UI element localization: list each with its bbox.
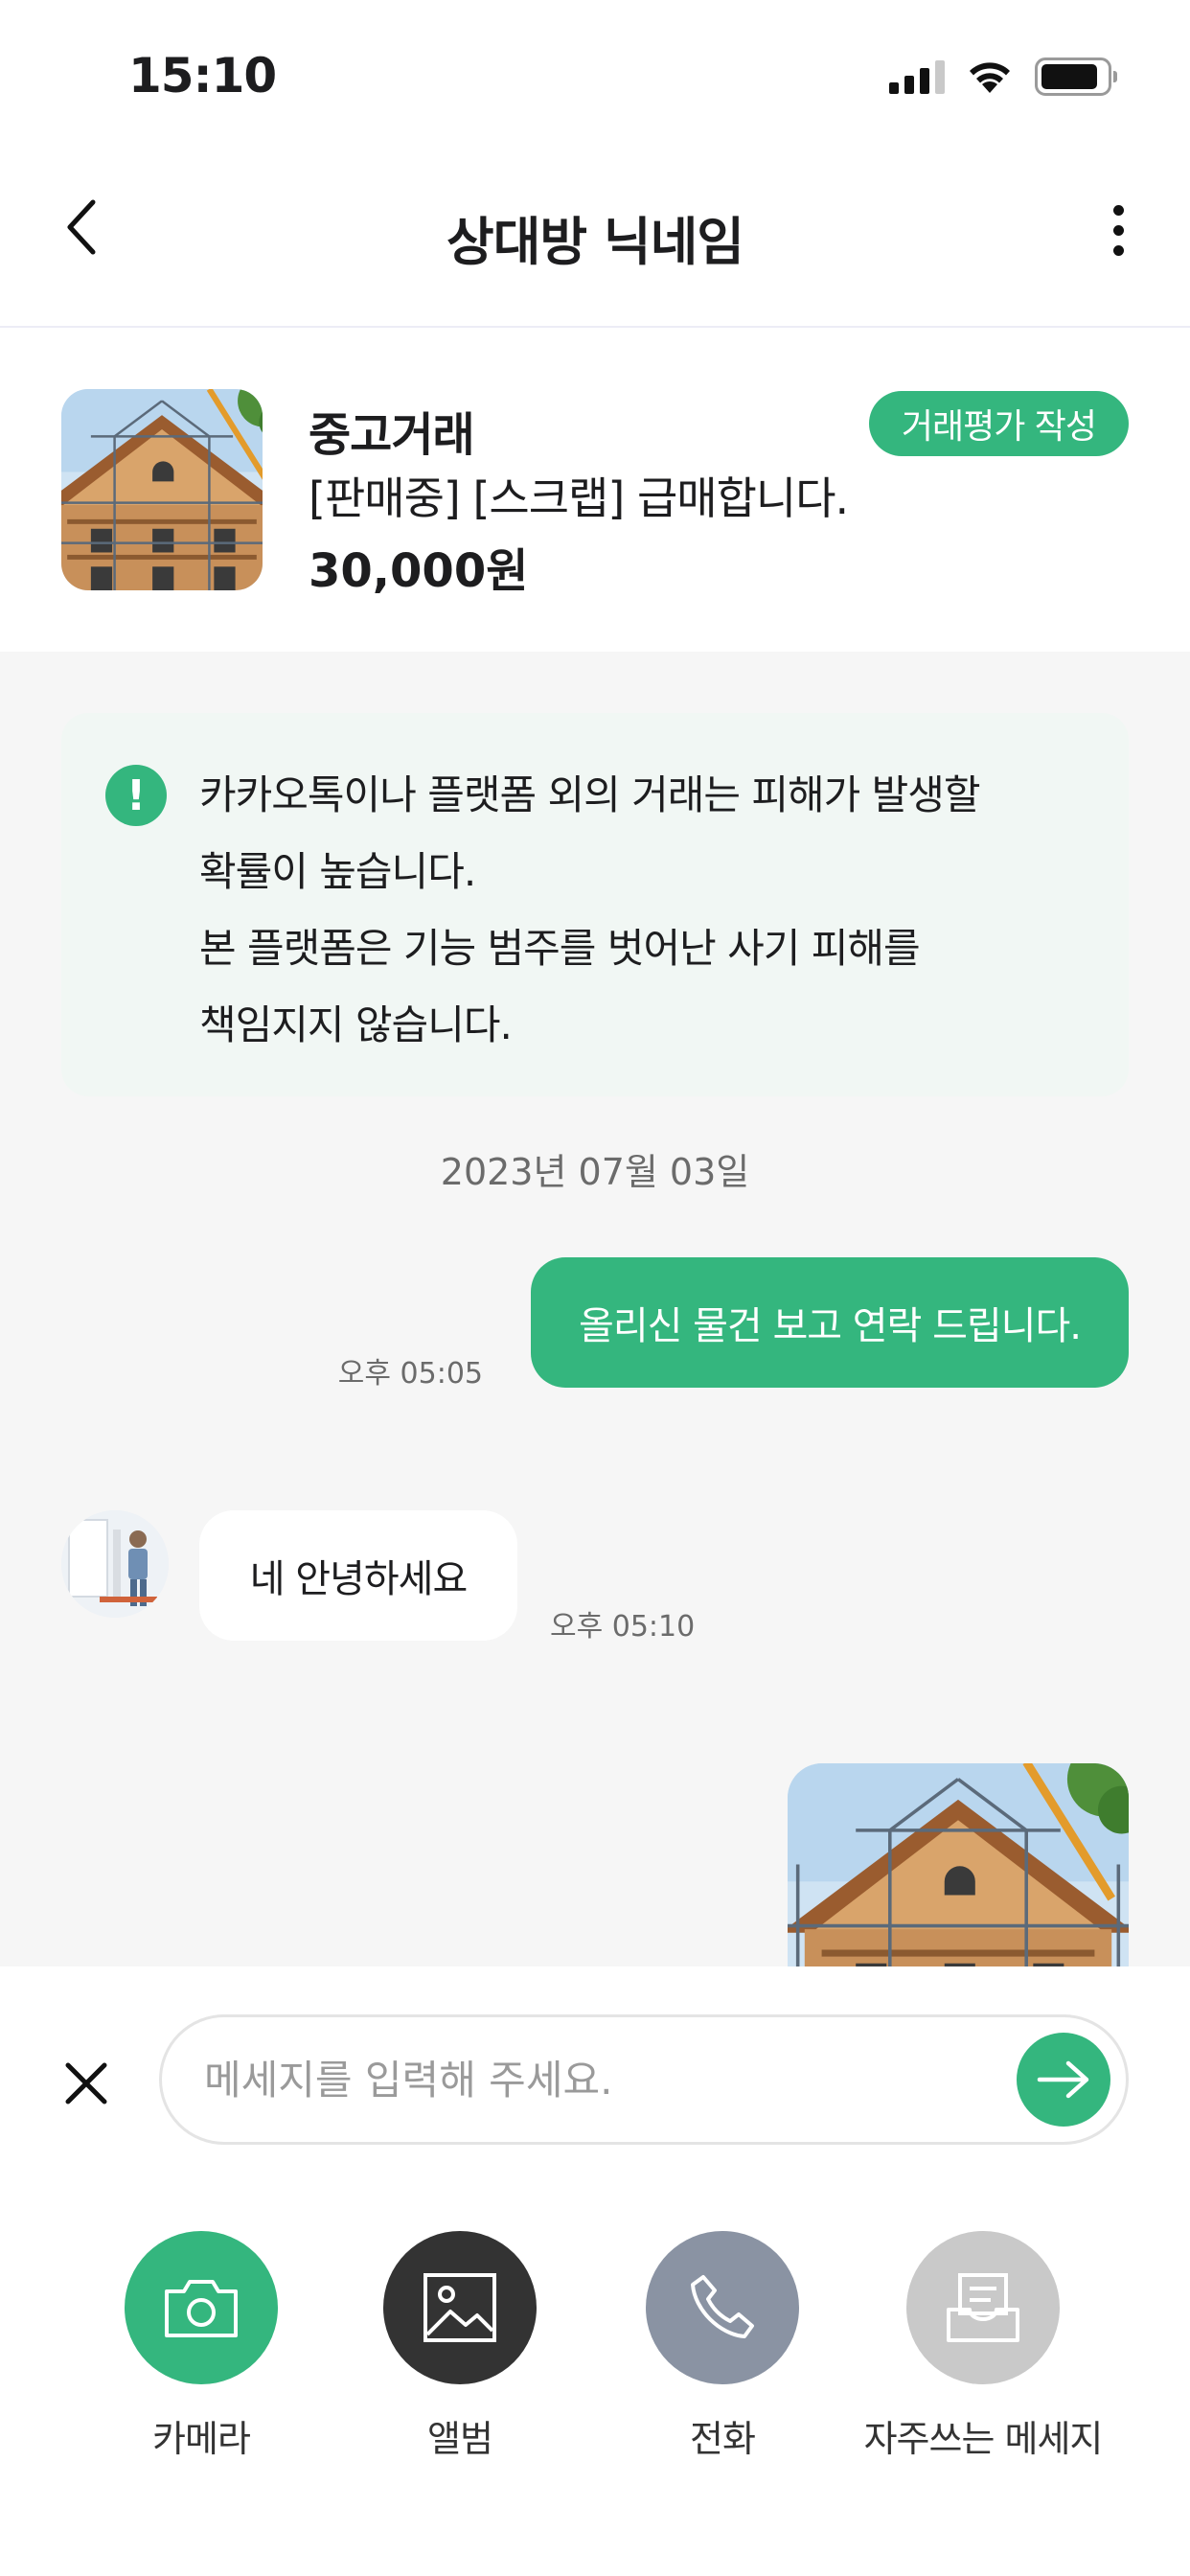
avatar[interactable] [61,1510,169,1618]
battery-icon [1035,58,1117,96]
more-vertical-icon [1112,204,1124,216]
status-time: 15:10 [128,48,277,104]
outgoing-photo-message[interactable] [788,1763,1129,1966]
exclamation-icon: ! [105,765,167,826]
close-button[interactable] [57,2055,115,2112]
saved-messages-action[interactable]: 자주쓰는 메세지 [839,2231,1127,2462]
close-icon [65,2062,107,2104]
incoming-message[interactable]: 네 안녕하세요 [199,1510,517,1641]
arrow-right-icon [1037,2060,1089,2099]
camera-icon [165,2280,238,2337]
product-price: 30,000원 [309,544,529,598]
product-name: [판매중] [스크랩] 급매합니다. [309,472,849,524]
action-label: 전화 [690,2418,756,2460]
camera-action[interactable]: 카메라 [57,2231,345,2462]
notice-text: 카카오톡이나 플랫폼 외의 거래는 피해가 발생할 확률이 높습니다. 본 플랫… [199,757,1100,1064]
notice-line: 본 플랫폼은 기능 범주를 벗어난 사기 피해를 [199,925,921,972]
more-button[interactable] [1085,192,1152,268]
album-button[interactable] [383,2231,537,2384]
inbox-icon [947,2273,1019,2342]
call-button[interactable] [646,2231,799,2384]
message-input[interactable] [204,2046,971,2113]
battery-level [1041,64,1098,89]
notice-line: 카카오톡이나 플랫폼 외의 거래는 피해가 발생할 [199,771,981,818]
message-composer: 카메라 앨범 전화 [0,1966,1190,2576]
product-thumbnail[interactable] [61,389,263,590]
action-label: 카메라 [152,2418,251,2460]
notice-line: 책임지지 않습니다. [199,1001,513,1048]
cellular-signal-icon [889,59,945,94]
chat-area[interactable]: ! 카카오톡이나 플랫폼 외의 거래는 피해가 발생할 확률이 높습니다. 본 … [0,652,1190,1966]
action-label: 자주쓰는 메세지 [863,2418,1104,2460]
message-time: 오후 05:10 [550,1610,696,1644]
saved-messages-button[interactable] [906,2231,1060,2384]
send-button[interactable] [1017,2033,1110,2127]
date-divider: 2023년 07월 03일 [440,1151,750,1193]
write-review-button[interactable]: 거래평가 작성 [868,391,1129,456]
camera-button[interactable] [125,2231,278,2384]
safety-notice: ! 카카오톡이나 플랫폼 외의 거래는 피해가 발생할 확률이 높습니다. 본 … [61,713,1129,1096]
album-action[interactable]: 앨범 [316,2231,604,2462]
action-label: 앨범 [427,2418,493,2460]
message-time: 오후 05:05 [337,1357,483,1391]
message-input-wrapper [159,2014,1129,2145]
page-title: 상대방 닉네임 [446,212,744,272]
status-bar: 15:10 [0,0,1190,144]
product-category: 중고거래 [309,408,475,462]
call-action[interactable]: 전화 [579,2231,866,2462]
product-summary[interactable]: 중고거래 [판매중] [스크랩] 급매합니다. 30,000원 거래평가 작성 [0,330,1190,652]
wifi-icon [970,62,1010,93]
notice-line: 확률이 높습니다. [199,848,476,895]
status-icons [889,58,1117,96]
outgoing-message[interactable]: 올리신 물건 보고 연락 드립니다. [531,1257,1129,1388]
chat-header: 상대방 닉네임 [0,144,1190,328]
phone-icon [691,2275,754,2338]
image-icon [423,2273,496,2342]
